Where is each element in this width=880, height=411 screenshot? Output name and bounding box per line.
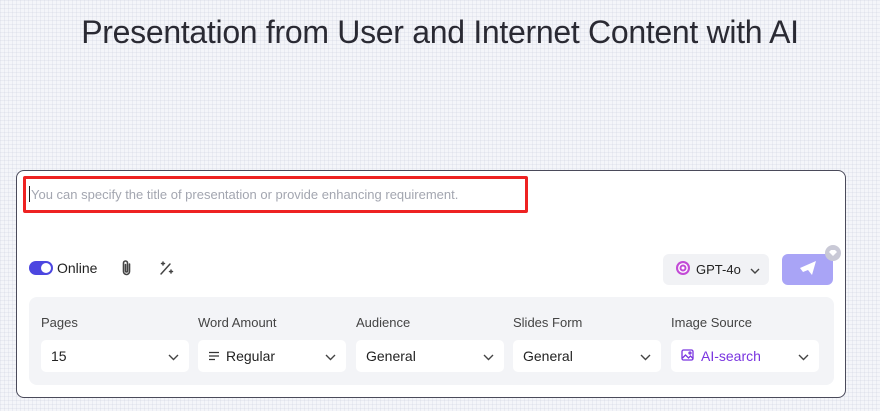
send-button[interactable] bbox=[782, 254, 833, 285]
chevron-down-icon bbox=[640, 348, 651, 364]
chevron-down-icon bbox=[798, 348, 809, 364]
chevron-down-icon bbox=[325, 348, 336, 364]
pages-value: 15 bbox=[51, 348, 67, 364]
slides-form-value: General bbox=[523, 348, 573, 364]
pages-label: Pages bbox=[41, 315, 78, 330]
option-image-source: Image Source AI-search bbox=[671, 315, 819, 372]
chevron-down-icon bbox=[750, 262, 760, 277]
audience-select[interactable]: General bbox=[356, 340, 504, 372]
send-icon bbox=[799, 260, 817, 279]
word-amount-select[interactable]: Regular bbox=[198, 340, 346, 372]
word-amount-value: Regular bbox=[226, 348, 276, 364]
paperclip-icon[interactable] bbox=[119, 259, 135, 277]
audience-label: Audience bbox=[356, 315, 411, 330]
audience-value: General bbox=[366, 348, 416, 364]
option-pages: Pages 15 bbox=[41, 315, 189, 372]
prompt-highlight bbox=[23, 176, 528, 213]
generator-card: Online GPT-4o bbox=[16, 170, 846, 398]
image-source-value: AI-search bbox=[701, 348, 761, 364]
page-title: Presentation from User and Internet Cont… bbox=[81, 14, 799, 50]
image-source-select[interactable]: AI-search bbox=[671, 340, 819, 372]
magic-wand-icon[interactable] bbox=[157, 259, 175, 277]
pages-select[interactable]: 15 bbox=[41, 340, 189, 372]
option-word-amount: Word Amount Regular bbox=[198, 315, 346, 372]
slides-form-label: Slides Form bbox=[513, 315, 583, 330]
online-label: Online bbox=[57, 260, 98, 276]
word-amount-label: Word Amount bbox=[198, 315, 277, 330]
slides-form-select[interactable]: General bbox=[513, 340, 661, 372]
model-label: GPT-4o bbox=[696, 262, 741, 277]
chevron-down-icon bbox=[483, 348, 494, 364]
image-source-label: Image Source bbox=[671, 315, 752, 330]
text-caret bbox=[29, 186, 30, 202]
openai-icon bbox=[675, 260, 691, 279]
prompt-input[interactable] bbox=[31, 187, 525, 202]
model-selector[interactable]: GPT-4o bbox=[663, 254, 769, 285]
option-audience: Audience General bbox=[356, 315, 504, 372]
image-icon bbox=[681, 348, 695, 365]
online-toggle[interactable] bbox=[29, 261, 53, 275]
options-panel: Pages 15 Word Amount Regular Audience Ge… bbox=[29, 297, 834, 385]
input-toolbar: Online bbox=[29, 259, 175, 277]
lines-icon bbox=[208, 348, 220, 364]
chevron-down-icon bbox=[168, 348, 179, 364]
option-slides-form: Slides Form General bbox=[513, 315, 661, 372]
diamond-icon bbox=[825, 245, 841, 261]
